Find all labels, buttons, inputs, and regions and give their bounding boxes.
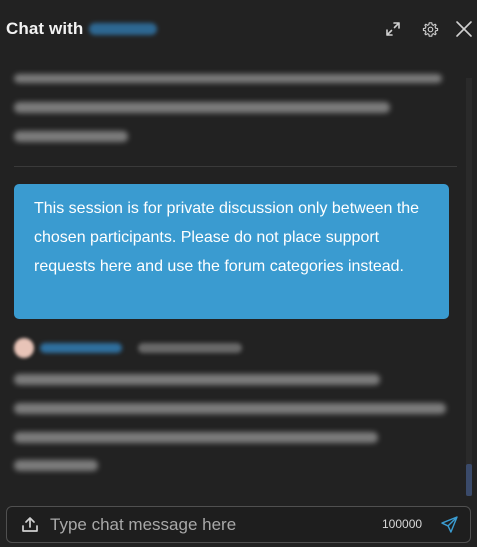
scrollbar-thumb[interactable] <box>466 464 472 496</box>
chat-composer: 100000 <box>6 506 471 543</box>
message-text-redacted <box>14 102 390 113</box>
expand-icon <box>386 22 400 36</box>
upload-button[interactable] <box>20 515 40 535</box>
upload-icon <box>22 517 38 532</box>
character-limit: 100000 <box>382 517 423 531</box>
message-text-redacted <box>14 460 98 471</box>
message-timestamp <box>138 343 242 353</box>
message-author[interactable] <box>40 343 122 353</box>
message-text-redacted <box>14 131 128 142</box>
send-button[interactable] <box>440 515 460 535</box>
close-button[interactable] <box>453 18 475 40</box>
recipient-name[interactable] <box>89 23 158 35</box>
send-icon <box>441 516 458 533</box>
message-text-redacted <box>14 74 442 83</box>
chat-header: Chat with <box>0 0 477 58</box>
message-text-redacted <box>14 432 378 443</box>
message-text-redacted <box>14 403 446 414</box>
message-list[interactable]: This session is for private discussion o… <box>0 58 466 496</box>
private-session-notice: This session is for private discussion o… <box>14 184 449 319</box>
close-icon <box>456 21 472 37</box>
message-text-redacted <box>14 374 380 385</box>
scrollbar-track[interactable] <box>466 78 472 496</box>
avatar[interactable] <box>14 338 34 358</box>
gear-icon <box>422 21 438 37</box>
settings-button[interactable] <box>419 18 441 40</box>
chat-message-input[interactable] <box>50 510 370 540</box>
chat-title: Chat with <box>6 19 84 38</box>
message-divider <box>14 166 457 167</box>
expand-button[interactable] <box>382 18 404 40</box>
